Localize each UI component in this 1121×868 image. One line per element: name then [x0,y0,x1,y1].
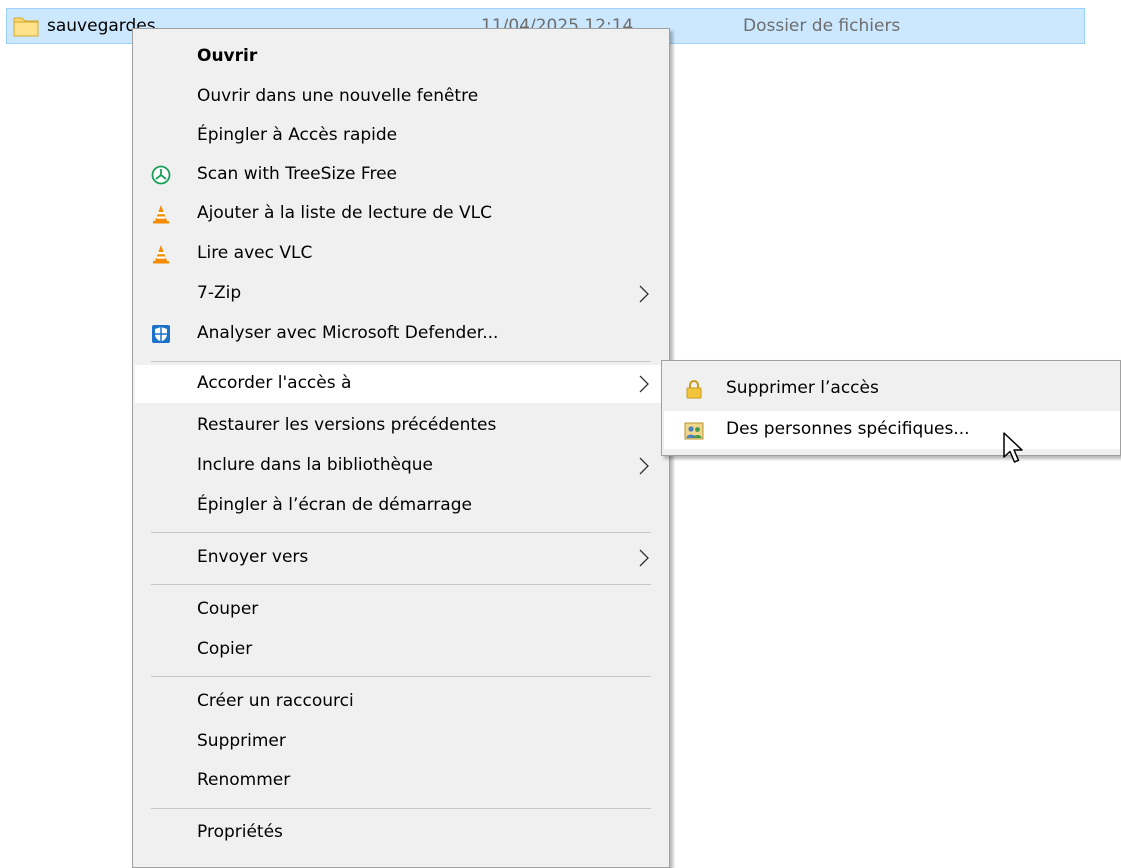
menu-item-label: Propriétés [197,822,283,842]
menu-item-include-library[interactable]: Inclure dans la bibliothèque [135,447,667,485]
grant-access-submenu: Supprimer l’accès Des personnes spécifiq… [661,360,1121,456]
vlc-icon [153,205,169,224]
menu-item-open-new-window[interactable]: Ouvrir dans une nouvelle fenêtre [135,78,667,116]
menu-item-label: Supprimer [197,731,286,751]
chevron-right-icon [639,549,649,567]
submenu-item-specific-people[interactable]: Des personnes spécifiques... [664,411,1120,449]
menu-item-vlc-play[interactable]: Lire avec VLC [135,235,667,273]
menu-separator [151,361,651,362]
menu-item-cut[interactable]: Couper [135,591,667,629]
menu-item-label: Ajouter à la liste de lecture de VLC [197,203,492,223]
menu-item-label: Ouvrir [197,46,258,66]
menu-separator [151,532,651,533]
menu-item-7zip[interactable]: 7-Zip [135,275,667,313]
menu-separator [151,808,651,809]
menu-item-label: Lire avec VLC [197,243,313,263]
users-icon [684,422,704,440]
menu-item-pin-start[interactable]: Épingler à l’écran de démarrage [135,487,667,525]
menu-item-copy[interactable]: Copier [135,631,667,669]
menu-item-label: Envoyer vers [197,547,309,567]
chevron-right-icon [639,457,649,475]
submenu-item-remove-access[interactable]: Supprimer l’accès [664,370,1120,408]
menu-item-grant-access[interactable]: Accorder l'accès à [135,365,667,403]
chevron-right-icon [639,285,649,303]
menu-item-send-to[interactable]: Envoyer vers [135,539,667,577]
menu-item-label: Renommer [197,770,291,790]
chevron-right-icon [639,375,649,393]
defender-shield-icon [152,325,170,343]
menu-item-ouvrir[interactable]: Ouvrir [135,38,667,76]
folder-icon [13,17,39,37]
menu-separator [151,584,651,585]
context-menu: Ouvrir Ouvrir dans une nouvelle fenêtre … [132,28,670,868]
mouse-cursor-icon [1003,432,1023,463]
menu-item-label: Ouvrir dans une nouvelle fenêtre [197,86,479,106]
menu-separator [151,676,651,677]
menu-item-label: Inclure dans la bibliothèque [197,455,433,475]
menu-item-label: Restaurer les versions précédentes [197,415,497,435]
submenu-item-label: Des personnes spécifiques... [726,419,970,439]
menu-item-label: 7-Zip [197,283,242,303]
menu-item-label: Copier [197,639,253,659]
submenu-item-label: Supprimer l’accès [726,378,879,398]
menu-item-create-shortcut[interactable]: Créer un raccourci [135,683,667,721]
file-type: Dossier de fichiers [743,16,901,36]
menu-item-label: Couper [197,599,259,619]
menu-item-label: Créer un raccourci [197,691,354,711]
menu-item-restore-versions[interactable]: Restaurer les versions précédentes [135,407,667,445]
menu-item-rename[interactable]: Renommer [135,762,667,800]
menu-item-treesize[interactable]: Scan with TreeSize Free [135,156,667,194]
treesize-icon [151,165,171,185]
menu-item-vlc-add-playlist[interactable]: Ajouter à la liste de lecture de VLC [135,195,667,233]
vlc-icon [153,245,169,264]
menu-item-defender[interactable]: Analyser avec Microsoft Defender... [135,315,667,353]
menu-item-label: Accorder l'accès à [197,373,352,393]
menu-item-label: Analyser avec Microsoft Defender... [197,323,499,343]
menu-item-properties[interactable]: Propriétés [135,814,667,852]
menu-item-label: Épingler à Accès rapide [197,125,398,145]
menu-item-delete[interactable]: Supprimer [135,723,667,761]
lock-icon [686,380,702,399]
menu-item-label: Épingler à l’écran de démarrage [197,495,472,515]
menu-item-label: Scan with TreeSize Free [197,164,397,184]
menu-item-pin-quick-access[interactable]: Épingler à Accès rapide [135,117,667,155]
